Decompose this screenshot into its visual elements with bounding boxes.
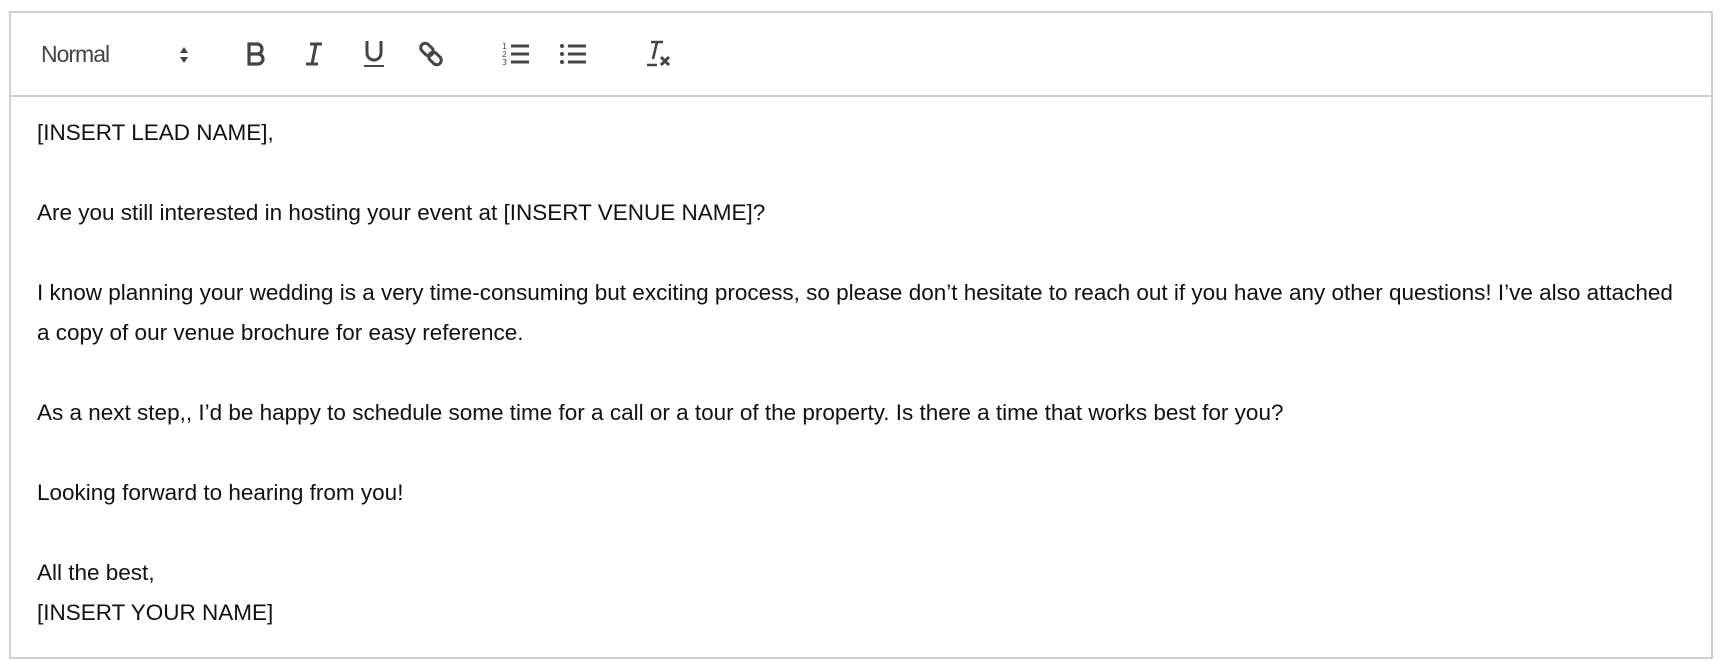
link-icon [419, 41, 443, 67]
select-arrows-icon [180, 47, 188, 63]
editor-toolbar: Normal 123 [11, 13, 1711, 97]
bold-button[interactable] [244, 41, 268, 67]
italic-icon [306, 42, 322, 66]
clear-formatting-icon [647, 40, 671, 67]
underline-button[interactable] [362, 39, 386, 69]
bold-icon [247, 42, 265, 66]
italic-button[interactable] [303, 41, 325, 67]
editor-content[interactable]: [INSERT LEAD NAME], Are you still interes… [37, 113, 1691, 633]
link-button[interactable] [417, 40, 445, 68]
paragraph: I know planning your wedding is a very t… [37, 280, 1673, 345]
paragraph: Looking forward to hearing from you! [37, 480, 404, 505]
ordered-list-button[interactable]: 123 [502, 41, 530, 67]
format-select[interactable]: Normal [41, 35, 201, 73]
clear-formatting-button[interactable] [645, 39, 673, 69]
bullet-list-icon [560, 44, 586, 64]
paragraph: [INSERT LEAD NAME], [37, 120, 274, 145]
rich-text-editor: Normal 123 [INSERT LEAD NAME], Are you st… [9, 11, 1713, 659]
paragraph: Are you still interested in hosting your… [37, 200, 766, 225]
paragraph: [INSERT YOUR NAME] [37, 600, 274, 625]
underline-icon [364, 41, 384, 67]
format-select-value: Normal [41, 40, 110, 67]
paragraph: As a next step,, I’d be happy to schedul… [37, 400, 1284, 425]
bullet-list-button[interactable] [559, 41, 587, 67]
ordered-list-icon: 123 [502, 42, 529, 67]
svg-text:3: 3 [502, 58, 507, 67]
paragraph: All the best, [37, 560, 155, 585]
